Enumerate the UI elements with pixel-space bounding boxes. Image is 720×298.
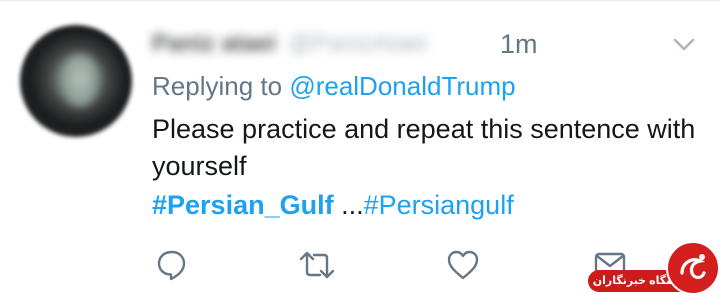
avatar-face [62,55,98,107]
mention-link[interactable]: @realDonaldTrump [289,71,515,101]
watermark-logo [666,241,720,295]
hashtag-line: #Persian_Gulf ...#Persiangulf [152,187,514,224]
heart-icon [446,249,480,281]
reply-bubble-icon [155,248,189,282]
hashtag-link-primary[interactable]: #Persian_Gulf [152,190,334,220]
display-name[interactable]: Paniz ataei [152,30,276,58]
tweet-header: Paniz ataei @PanizAtaei [152,27,427,61]
avatar[interactable] [20,25,132,137]
tweet-timestamp[interactable]: 1m [500,29,538,60]
ellipsis-text: ... [333,190,364,220]
retweet-button[interactable] [297,245,337,285]
like-button[interactable] [443,245,483,285]
hashtag-link-secondary[interactable]: #Persiangulf [364,190,514,220]
tweet-text: Please practice and repeat this sentence… [152,114,696,181]
user-handle[interactable]: @PanizAtaei [288,30,427,58]
tweet-card[interactable]: Paniz ataei @PanizAtaei 1m Replying to @… [0,0,720,298]
replying-to-label: Replying to [152,71,283,101]
news-agency-watermark: باشگاه خبرنگاران [588,239,720,298]
retweet-icon [298,250,336,280]
replying-to-line: Replying to @realDonaldTrump [152,71,516,102]
reply-button[interactable] [152,245,192,285]
chevron-down-icon[interactable] [672,37,696,53]
